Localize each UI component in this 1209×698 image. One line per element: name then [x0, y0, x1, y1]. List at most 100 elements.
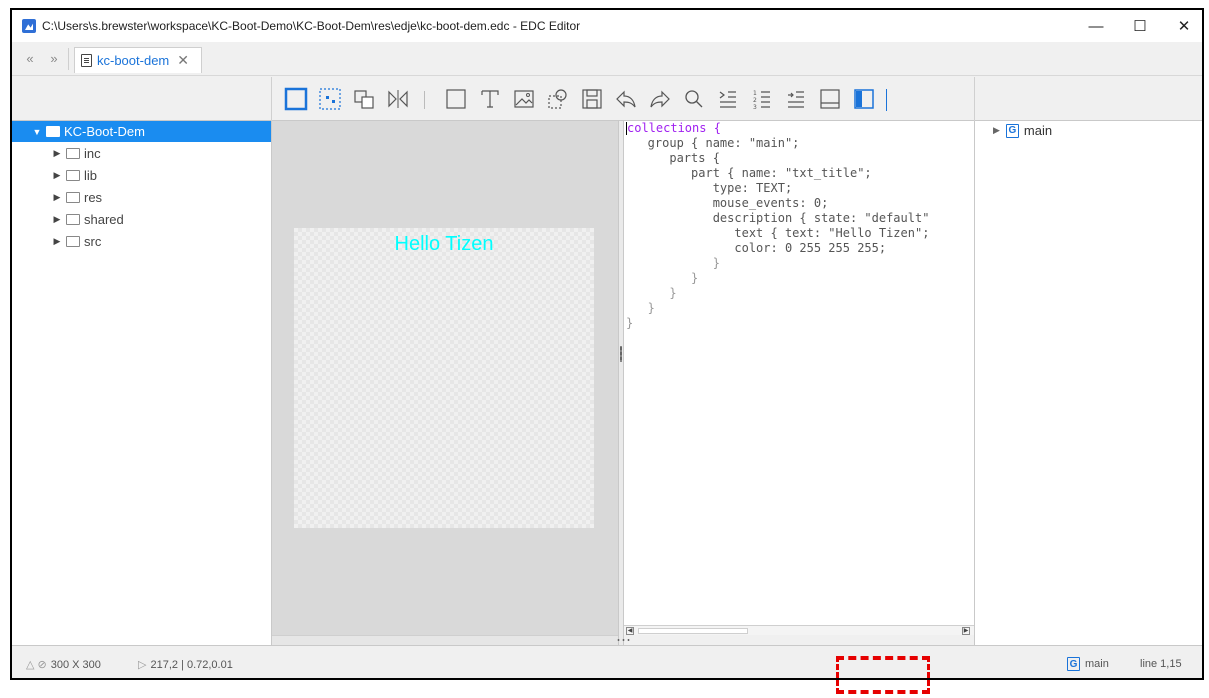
code-scrollbar[interactable]: ◀ ▶ — [624, 625, 974, 635]
tab-label: kc-boot-dem — [97, 53, 170, 68]
save-icon[interactable] — [580, 87, 604, 111]
dashed-highlight-box — [836, 656, 930, 694]
code-line-2: group { name: "main"; — [626, 136, 800, 150]
group-icon: G — [1067, 657, 1080, 671]
code-line-11: } — [626, 271, 699, 285]
collapse-arrow-icon[interactable]: ▶ — [52, 214, 62, 225]
split-vertical-icon[interactable] — [852, 87, 876, 111]
mirror-icon[interactable] — [386, 87, 410, 111]
tab-separator — [68, 48, 69, 70]
status-size-value: 300 X 300 — [50, 658, 101, 671]
folder-icon — [66, 148, 80, 159]
code-editor[interactable]: collections { group { name: "main"; part… — [624, 121, 974, 625]
tree-item-label: src — [84, 234, 102, 249]
preview-text-part[interactable]: Hello Tizen — [294, 233, 594, 256]
nav-back-button[interactable]: « — [20, 50, 40, 68]
tab-kc-boot-dem[interactable]: kc-boot-dem ✕ — [74, 47, 202, 73]
status-bar: △ ⊘ 300 X 300 ▷ 217,2 | 0.72,0.01 G main… — [12, 645, 1202, 678]
rectangle-part-icon[interactable] — [444, 87, 468, 111]
project-tree: ▼ KC-Boot-Dem ▶ inc ▶ lib ▶ res ▶ shared… — [12, 121, 272, 645]
toolbar-separator — [424, 91, 425, 109]
line-numbers-icon[interactable]: 123 — [750, 87, 774, 111]
tree-item-label: inc — [84, 146, 101, 161]
status-group: G main — [1067, 657, 1109, 671]
minimize-button[interactable]: — — [1076, 14, 1116, 38]
app-icon — [22, 19, 36, 33]
toolbar-left-area — [12, 77, 272, 121]
maximize-button[interactable]: ☐ — [1120, 14, 1160, 38]
edc-editor-window: C:\Users\s.brewster\workspace\KC-Boot-De… — [10, 8, 1204, 680]
redo-icon[interactable] — [648, 87, 672, 111]
code-line-13: } — [626, 301, 655, 315]
split-horizontal-icon[interactable] — [818, 87, 842, 111]
window-title: C:\Users\s.brewster\workspace\KC-Boot-De… — [42, 19, 581, 33]
wrap-icon[interactable] — [716, 87, 740, 111]
collapse-arrow-icon[interactable]: ▶ — [52, 148, 62, 159]
folder-icon — [66, 170, 80, 181]
part-select-icon[interactable] — [318, 87, 342, 111]
collapse-arrow-icon[interactable]: ▶ — [52, 236, 62, 247]
tab-bar: « » kc-boot-dem ✕ — [12, 42, 1202, 76]
code-line-9: color: 0 255 255 255; — [626, 241, 887, 255]
status-group-value: main — [1085, 658, 1109, 670]
code-text[interactable]: collections { group { name: "main"; part… — [626, 121, 929, 331]
group-preview[interactable]: Hello Tizen — [294, 228, 594, 528]
find-icon[interactable] — [682, 87, 706, 111]
status-position: ▷ 217,2 | 0.72,0.01 — [138, 658, 233, 672]
spacer-part-icon[interactable] — [546, 87, 570, 111]
tree-item-src[interactable]: ▶ src — [12, 231, 271, 252]
code-line-6: mouse_events: 0; — [626, 196, 829, 210]
pointer-icon: ▷ — [138, 659, 147, 671]
toolbar-right-area — [974, 77, 1202, 121]
splitter-grip-icon[interactable] — [616, 638, 630, 642]
folder-icon — [66, 236, 80, 247]
status-size: △ ⊘ 300 X 300 — [26, 658, 101, 672]
code-line-5: type: TEXT; — [626, 181, 793, 195]
code-line-10: } — [626, 256, 720, 270]
folder-icon — [46, 126, 60, 137]
layers-icon[interactable] — [352, 87, 376, 111]
tab-close-icon[interactable]: ✕ — [177, 52, 189, 69]
tree-item-label: shared — [84, 212, 124, 227]
outline-item-main[interactable]: ▶ G main — [993, 123, 1052, 138]
tree-item-shared[interactable]: ▶ shared — [12, 209, 271, 230]
rect-select-icon[interactable] — [284, 87, 308, 111]
close-button[interactable]: ✕ — [1164, 14, 1202, 38]
collapse-arrow-icon[interactable]: ▶ — [52, 170, 62, 181]
design-canvas[interactable]: Hello Tizen — [272, 121, 618, 635]
resize-icon: △ ⊘ — [26, 659, 47, 671]
tree-item-inc[interactable]: ▶ inc — [12, 143, 271, 164]
tree-item-root[interactable]: ▼ KC-Boot-Dem — [12, 121, 271, 142]
nav-forward-button[interactable]: » — [44, 50, 64, 68]
scroll-right-icon[interactable]: ▶ — [962, 627, 970, 635]
expand-arrow-icon[interactable]: ▼ — [32, 127, 42, 137]
code-line-8: text { text: "Hello Tizen"; — [626, 226, 930, 240]
folder-icon — [66, 214, 80, 225]
group-outline: ▶ G main — [974, 121, 1202, 645]
svg-text:1: 1 — [753, 90, 757, 97]
code-line-4: part { name: "txt_title"; — [626, 166, 872, 180]
indent-icon[interactable] — [784, 87, 808, 111]
splitter-grip-icon[interactable] — [620, 346, 622, 362]
code-line-1: collections { — [627, 121, 721, 135]
undo-icon[interactable] — [614, 87, 638, 111]
title-bar: C:\Users\s.brewster\workspace\KC-Boot-De… — [12, 10, 1202, 42]
group-icon: G — [1005, 123, 1019, 138]
tree-item-label: KC-Boot-Dem — [64, 124, 145, 139]
tree-item-label: lib — [84, 168, 98, 183]
text-part-icon[interactable] — [478, 87, 502, 111]
collapse-arrow-icon[interactable]: ▶ — [52, 192, 62, 203]
horizontal-splitter[interactable] — [272, 635, 974, 645]
folder-icon — [66, 192, 80, 203]
tree-item-res[interactable]: ▶ res — [12, 187, 271, 208]
collapse-arrow-icon[interactable]: ▶ — [993, 125, 1000, 136]
scroll-thumb[interactable] — [638, 628, 748, 634]
toolbar-separator — [886, 89, 887, 111]
image-part-icon[interactable] — [512, 87, 536, 111]
scroll-left-icon[interactable]: ◀ — [626, 627, 634, 635]
status-position-value: 217,2 | 0.72,0.01 — [150, 658, 233, 671]
toolbar: 123 — [12, 77, 1202, 121]
document-icon — [81, 54, 92, 67]
tree-item-lib[interactable]: ▶ lib — [12, 165, 271, 186]
code-line-7: description { state: "default" — [626, 211, 930, 225]
